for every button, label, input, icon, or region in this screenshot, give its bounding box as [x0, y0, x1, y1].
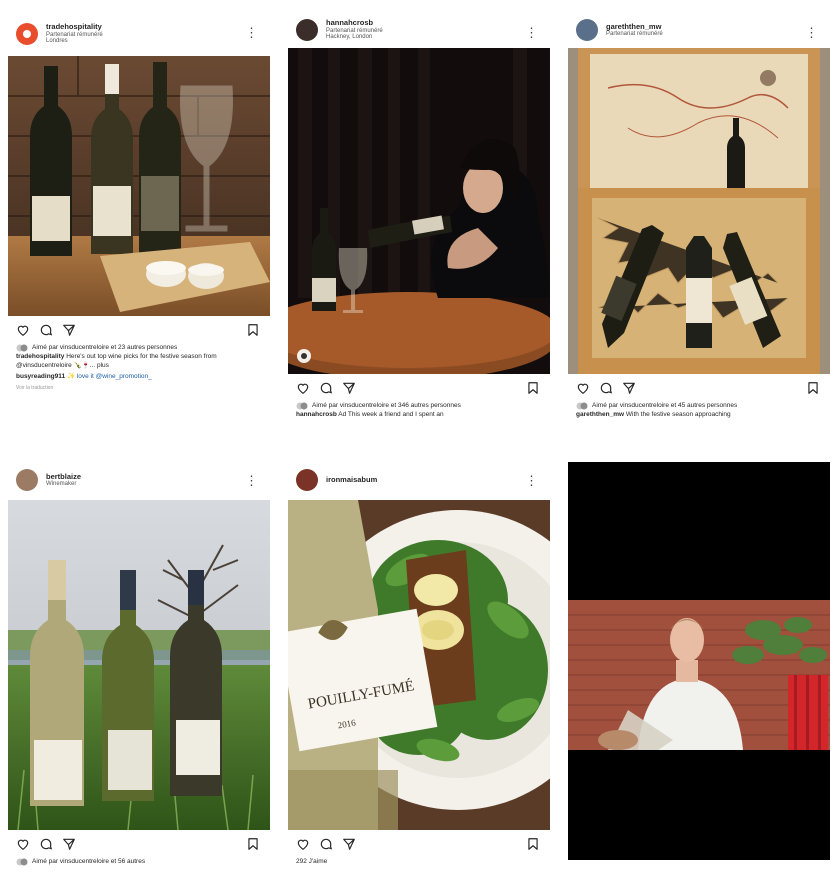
likes-text: Aimé par vinsducentreloire et 56 autres [32, 858, 146, 865]
post-header: hannahcrosb Partenariat rémunéré Hackney… [288, 12, 550, 48]
comment-icon[interactable] [39, 323, 53, 337]
comment-text: ✨ love it @wine_promotion_ [66, 372, 152, 380]
caption-username[interactable]: tradehospitality [16, 353, 64, 360]
avatar[interactable] [16, 23, 38, 45]
post-actions [568, 374, 830, 402]
likes-row[interactable]: Aimé par vinsducentreloire et 56 autres [8, 858, 270, 866]
location[interactable]: Hackney, London [326, 34, 383, 41]
caption-username[interactable]: gareththen_mw [576, 411, 624, 418]
post-image[interactable] [288, 48, 550, 374]
share-icon[interactable] [342, 381, 356, 395]
account-subtitle: Winemaker [46, 480, 77, 487]
post-card-4: bertblaize Winemaker ⋮ Aimé par vinsduce… [8, 460, 270, 872]
post-card-1: tradehospitality Partenariat rémunéré Lo… [8, 12, 270, 432]
username[interactable]: hannahcrosb [326, 19, 383, 28]
video-post-6[interactable] [568, 462, 830, 860]
heart-icon[interactable] [16, 323, 30, 337]
bookmark-icon[interactable] [246, 323, 260, 337]
post-actions [8, 316, 270, 344]
more-options-icon[interactable]: ⋮ [805, 26, 818, 39]
likes-row[interactable]: 292 J'aime [288, 858, 550, 866]
comment-icon[interactable] [599, 381, 613, 395]
logo-icon [23, 30, 31, 38]
more-options-icon[interactable]: ⋮ [245, 26, 258, 39]
bottles-in-grass-photo [8, 500, 270, 830]
bookmark-icon[interactable] [526, 381, 540, 395]
post-actions [8, 830, 270, 858]
man-presenting-video-frame [568, 600, 830, 750]
post-header: bertblaize Winemaker ⋮ [8, 460, 270, 500]
comment: busyreading911 ✨ love it @wine_promotion… [8, 372, 270, 383]
share-icon[interactable] [62, 837, 76, 851]
post-header: tradehospitality Partenariat rémunéré Lo… [8, 12, 270, 56]
post-card-3: gareththen_mw Partenariat rémunéré ⋮ Aim… [568, 12, 830, 432]
share-icon[interactable] [62, 323, 76, 337]
username[interactable]: tradehospitality [46, 23, 103, 32]
post-image[interactable] [568, 48, 830, 374]
comment-username[interactable]: busyreading911 [16, 373, 65, 380]
avatar[interactable] [296, 469, 318, 491]
caption: hannahcrosb Ad This week a friend and I … [288, 410, 550, 421]
liker-avatars-icon [16, 344, 28, 352]
wine-gift-box-photo [568, 48, 830, 374]
wine-and-cheese-photo [8, 56, 270, 316]
post-image[interactable]: POUILLY-FUMÉ 2016 [288, 500, 550, 830]
heart-icon[interactable] [16, 837, 30, 851]
video-frame[interactable] [568, 600, 830, 750]
post-image[interactable] [8, 500, 270, 830]
likes-text: 292 J'aime [296, 858, 328, 865]
avatar[interactable] [576, 19, 598, 41]
post-header: ironmaisabum ⋮ [288, 460, 550, 500]
likes-row[interactable]: Aimé par vinsducentreloire et 346 autres… [288, 402, 550, 410]
username[interactable]: bertblaize [46, 472, 81, 481]
heart-icon[interactable] [576, 381, 590, 395]
caption-text: With the festive season approaching [625, 411, 731, 419]
see-translation-link[interactable]: Voir la traduction [8, 383, 270, 393]
liker-avatars-icon [576, 402, 588, 410]
sponsored-label: Partenariat rémunéré [326, 27, 383, 34]
likes-text: Aimé par vinsducentreloire et 346 autres… [312, 402, 461, 409]
avatar[interactable] [16, 469, 38, 491]
location[interactable]: Londres [46, 38, 103, 45]
caption: gareththen_mw With the festive season ap… [568, 410, 830, 421]
likes-text: Aimé par vinsducentreloire et 45 autres … [592, 402, 738, 409]
bookmark-icon[interactable] [246, 837, 260, 851]
share-icon[interactable] [622, 381, 636, 395]
caption-username[interactable]: hannahcrosb [296, 411, 337, 418]
share-icon[interactable] [342, 837, 356, 851]
more-options-icon[interactable]: ⋮ [245, 474, 258, 487]
post-header: gareththen_mw Partenariat rémunéré ⋮ [568, 12, 830, 48]
heart-icon[interactable] [296, 381, 310, 395]
sponsored-label: Partenariat rémunéré [46, 31, 103, 38]
username[interactable]: ironmaisabum [326, 475, 377, 484]
post-actions [288, 374, 550, 402]
likes-row[interactable]: Aimé par vinsducentreloire et 45 autres … [568, 402, 830, 410]
post-card-2: hannahcrosb Partenariat rémunéré Hackney… [288, 12, 550, 432]
liker-avatars-icon [16, 858, 28, 866]
comment-icon[interactable] [39, 837, 53, 851]
more-options-icon[interactable]: ⋮ [525, 26, 538, 39]
bookmark-icon[interactable] [526, 837, 540, 851]
caption: tradehospitality Here's out top wine pic… [8, 352, 270, 372]
wine-and-salad-photo: POUILLY-FUMÉ 2016 [288, 500, 550, 830]
woman-pouring-wine-photo [288, 48, 550, 374]
bookmark-icon[interactable] [806, 381, 820, 395]
liker-avatars-icon [296, 402, 308, 410]
likes-text: Aimé par vinsducentreloire et 23 autres … [32, 344, 178, 351]
more-options-icon[interactable]: ⋮ [525, 474, 538, 487]
heart-icon[interactable] [296, 837, 310, 851]
post-card-5: ironmaisabum ⋮ POUILLY-FUMÉ 2016 292 J'a… [288, 460, 550, 872]
avatar[interactable] [296, 19, 318, 41]
comment-icon[interactable] [319, 837, 333, 851]
sponsored-label: Partenariat rémunéré [606, 30, 663, 37]
post-image[interactable] [8, 56, 270, 316]
caption-text: Ad This week a friend and I spent an [338, 411, 444, 419]
likes-row[interactable]: Aimé par vinsducentreloire et 23 autres … [8, 344, 270, 352]
post-actions [288, 830, 550, 858]
comment-icon[interactable] [319, 381, 333, 395]
username[interactable]: gareththen_mw [606, 22, 663, 31]
